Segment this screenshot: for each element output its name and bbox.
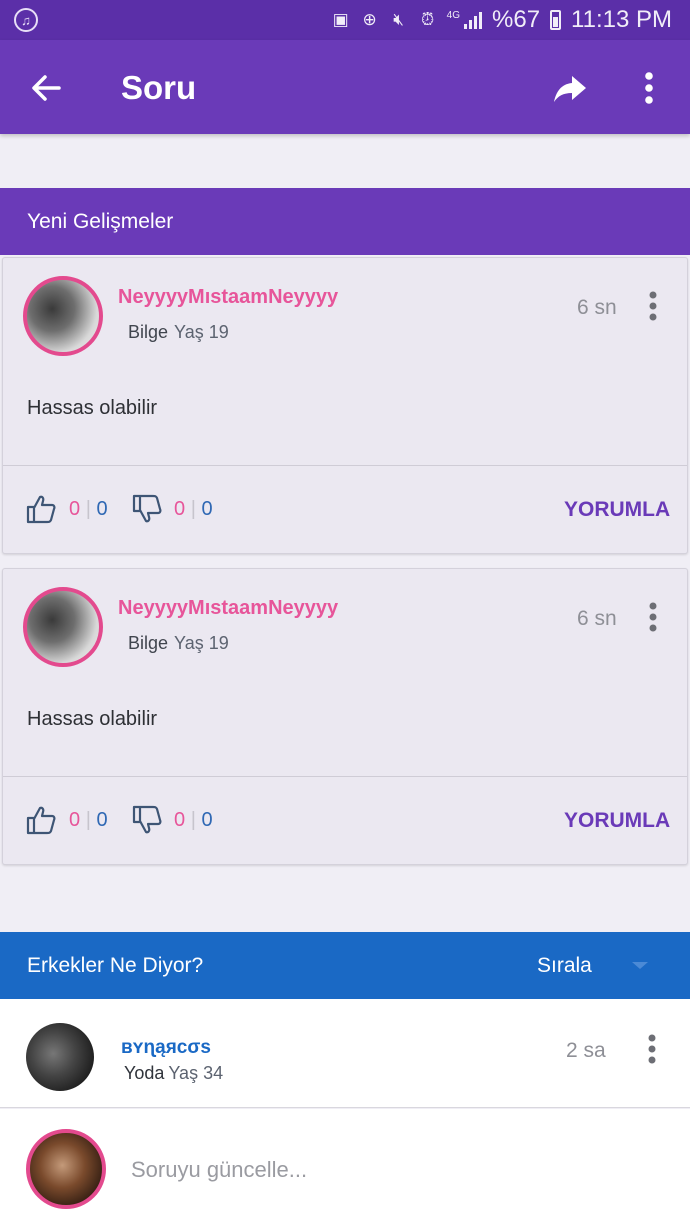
thumbs-up-icon: [26, 806, 56, 835]
like-count-female: 0: [69, 809, 81, 831]
user-badge: Bilge Yaş 19: [128, 322, 229, 343]
status-bar: ♫ ▣ ⊕ 🔇︎ ⏰︎ 4G %67 11:13 PM: [0, 0, 690, 40]
battery-percent: %67: [492, 6, 541, 33]
divider: [3, 465, 687, 466]
user-age: Yaş 34: [168, 1063, 224, 1083]
level-badge: Bilge: [128, 633, 169, 653]
more-vert-icon: [649, 602, 657, 632]
app-bar: Soru: [0, 40, 690, 134]
updates-section-title: Yeni Gelişmeler: [27, 210, 174, 233]
avatar[interactable]: [23, 587, 103, 667]
timestamp: 6 sn: [577, 607, 617, 630]
arrow-back-icon: [32, 75, 61, 101]
share-button[interactable]: [550, 68, 590, 108]
like-counts: 0 | 0: [69, 809, 108, 831]
more-vert-icon: [645, 72, 653, 104]
update-question-row: Soruyu güncelle...: [0, 1109, 690, 1227]
like-count-male: 0: [96, 809, 108, 831]
update-text: Hassas olabilir: [27, 397, 158, 419]
more-vert-icon: [648, 1034, 656, 1064]
answer-row[interactable]: ʙʏɳąяcσs Yoda Yaş 34 2 sa: [0, 999, 690, 1108]
dislike-button[interactable]: [131, 804, 163, 836]
answer-more-button[interactable]: [642, 1033, 662, 1065]
alarm-icon: ⏰︎: [421, 10, 435, 29]
user-age: Yaş 19: [174, 633, 229, 653]
card-more-button[interactable]: [643, 290, 663, 322]
like-button[interactable]: [25, 804, 57, 836]
network-type: 4G: [446, 10, 460, 21]
update-card: NeyyyyMıstaamNeyyyy Bilge Yaş 19 6 sn Has…: [2, 568, 688, 865]
divider: [3, 776, 687, 777]
thumbs-up-icon: [26, 495, 56, 524]
signal-icon: 4G: [447, 11, 482, 29]
avatar: [26, 1129, 106, 1209]
chevron-down-icon[interactable]: [632, 962, 648, 969]
user-badge: Bilge Yaş 19: [128, 633, 229, 654]
sort-button[interactable]: Sırala: [537, 954, 592, 978]
dislike-counts: 0 | 0: [174, 809, 213, 831]
like-counts: 0 | 0: [69, 498, 108, 520]
avatar[interactable]: [23, 276, 103, 356]
sim-icon: ▣: [332, 10, 349, 29]
like-count-male: 0: [96, 498, 108, 520]
timestamp: 2 sa: [566, 1039, 606, 1062]
status-icons: ▣ ⊕ 🔇︎ ⏰︎ 4G: [331, 10, 482, 30]
dislike-counts: 0 | 0: [174, 498, 213, 520]
data-saver-icon: ⊕: [362, 10, 377, 29]
username[interactable]: NeyyyyMıstaamNeyyyy: [118, 597, 338, 620]
dislike-button[interactable]: [131, 493, 163, 525]
avatar[interactable]: [26, 1023, 94, 1091]
more-vert-icon: [649, 291, 657, 321]
level-badge: Yoda: [124, 1063, 165, 1083]
battery-icon: [550, 10, 562, 30]
music-icon: ♫: [14, 8, 38, 32]
dislike-count-female: 0: [174, 809, 186, 831]
dislike-count-female: 0: [174, 498, 186, 520]
like-button[interactable]: [25, 493, 57, 525]
username[interactable]: ʙʏɳąяcσs: [121, 1037, 211, 1059]
update-question-input[interactable]: Soruyu güncelle...: [131, 1157, 307, 1183]
thumbs-down-icon: [132, 805, 162, 834]
back-button[interactable]: [26, 68, 66, 108]
share-icon: [554, 76, 586, 102]
timestamp: 6 sn: [577, 296, 617, 319]
men-section-header: Erkekler Ne Diyor? Sırala: [0, 932, 690, 999]
like-count-female: 0: [69, 498, 81, 520]
updates-section-header: Yeni Gelişmeler: [0, 188, 690, 255]
thumbs-down-icon: [132, 494, 162, 523]
update-text: Hassas olabilir: [27, 708, 158, 730]
user-badge: Yoda Yaş 34: [124, 1063, 223, 1084]
clock: 11:13 PM: [571, 6, 672, 33]
dislike-count-male: 0: [201, 809, 213, 831]
page-title: Soru: [121, 69, 197, 106]
user-age: Yaş 19: [174, 322, 229, 342]
more-options-button[interactable]: [634, 68, 664, 108]
username[interactable]: NeyyyyMıstaamNeyyyy: [118, 286, 338, 309]
update-card: NeyyyyMıstaamNeyyyy Bilge Yaş 19 6 sn Has…: [2, 257, 688, 554]
level-badge: Bilge: [128, 322, 169, 342]
men-section-title: Erkekler Ne Diyor?: [27, 954, 204, 977]
comment-button[interactable]: YORUMLA: [564, 809, 670, 833]
dislike-count-male: 0: [201, 498, 213, 520]
card-more-button[interactable]: [643, 601, 663, 633]
comment-button[interactable]: YORUMLA: [564, 498, 670, 522]
status-right: ▣ ⊕ 🔇︎ ⏰︎ 4G %67 11:13 PM: [331, 6, 672, 34]
mute-icon: 🔇︎: [393, 10, 405, 29]
